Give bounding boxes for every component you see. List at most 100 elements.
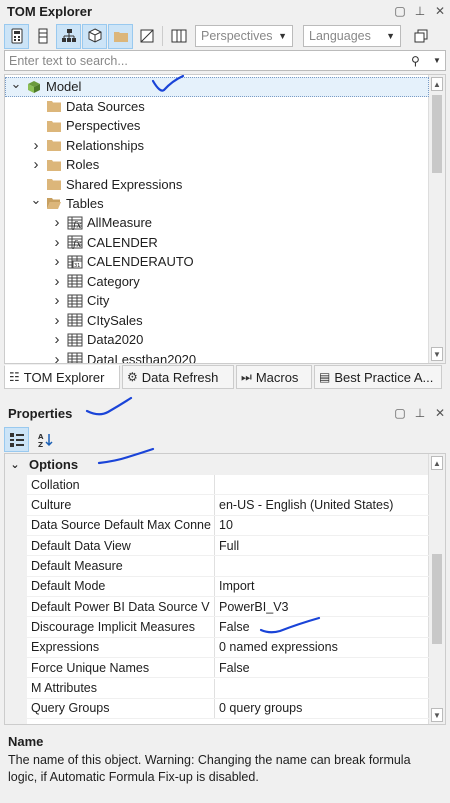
tree-node-perspectives[interactable]: Perspectives (5, 116, 429, 136)
tree-node-datalessthan2020[interactable]: › DataLessthan2020 (5, 349, 429, 363)
property-row-collation[interactable]: Collation (27, 475, 429, 496)
chevron-right-icon[interactable]: › (30, 137, 42, 154)
tree-node-data-sources[interactable]: Data Sources (5, 96, 429, 116)
svg-text:A: A (38, 433, 44, 441)
perspectives-dropdown[interactable]: Perspectives ▼ (195, 25, 293, 47)
property-value[interactable]: Import (215, 579, 429, 593)
pin-icon[interactable]: ⊥ (410, 1, 430, 21)
property-row-default-power-bi-data-source-v[interactable]: Default Power BI Data Source V PowerBI_V3 (27, 597, 429, 618)
tab-macros[interactable]: ⏭ Macros (236, 365, 312, 389)
show-hierarchies-button[interactable] (56, 23, 81, 49)
property-value[interactable]: PowerBI_V3 (215, 600, 429, 614)
tab-tom-explorer[interactable]: ☷ TOM Explorer (4, 365, 120, 389)
property-name: Default Data View (27, 536, 215, 556)
property-name: Discourage Implicit Measures (27, 617, 215, 637)
chevron-right-icon[interactable]: › (51, 214, 63, 231)
category-row-options[interactable]: ⌄ Options (5, 454, 429, 475)
tab-data-refresh[interactable]: ⚙ Data Refresh (122, 365, 234, 389)
tree-node-data2020[interactable]: › Data2020 (5, 330, 429, 350)
chevron-right-icon[interactable]: › (51, 351, 63, 363)
tree-node-relationships[interactable]: › Relationships (5, 135, 429, 155)
property-grid-scrollbar[interactable]: ▲ ▼ (428, 454, 445, 724)
tree-node-calenderauto[interactable]: › 31 CALENDERAUTO (5, 252, 429, 272)
table-icon (67, 352, 83, 363)
show-display-folders-button[interactable] (108, 23, 133, 49)
tree-node-roles[interactable]: › Roles (5, 155, 429, 175)
tree-node-model[interactable]: ⌄ Model (5, 76, 429, 97)
tab-label: Data Refresh (141, 369, 219, 385)
property-value[interactable]: False (215, 661, 429, 675)
pin-icon[interactable]: ⊥ (410, 403, 430, 423)
search-input[interactable]: Enter text to search... ⚲ ▼ (4, 50, 446, 71)
chevron-right-icon[interactable]: › (51, 253, 63, 270)
property-name: Default Power BI Data Source V (27, 597, 215, 617)
property-row-force-unique-names[interactable]: Force Unique Names False (27, 658, 429, 679)
property-value[interactable]: Full (215, 539, 429, 553)
chevron-down-icon[interactable]: ⌄ (10, 76, 22, 92)
scroll-down-icon[interactable]: ▼ (431, 708, 443, 722)
tree-node-shared-expressions[interactable]: Shared Expressions (5, 174, 429, 194)
chevron-down-icon[interactable]: ⌄ (30, 192, 42, 208)
tree-node-category[interactable]: › Category (5, 272, 429, 292)
search-icon[interactable]: ⚲ (411, 54, 433, 68)
folder-icon (113, 32, 128, 42)
hierarchy-icon (61, 29, 76, 42)
chevron-right-icon[interactable]: › (51, 331, 63, 348)
show-measures-button[interactable] (4, 23, 29, 49)
property-row-default-mode[interactable]: Default Mode Import (27, 576, 429, 598)
property-row-culture[interactable]: Culture en-US - English (United States) (27, 495, 429, 516)
scroll-thumb[interactable] (432, 95, 442, 173)
property-row-data-source-default-max-conne[interactable]: Data Source Default Max Conne 10 (27, 515, 429, 536)
scroll-thumb[interactable] (432, 554, 442, 644)
close-icon[interactable]: ✕ (430, 403, 450, 423)
property-value[interactable]: False (215, 620, 429, 634)
alphabetical-view-button[interactable]: AZ (33, 427, 58, 452)
property-row-default-data-view[interactable]: Default Data View Full (27, 536, 429, 557)
property-value[interactable]: 0 named expressions (215, 640, 429, 654)
dropdown-window-icon[interactable]: ▢ (390, 1, 410, 21)
tab-label: TOM Explorer (23, 369, 105, 385)
property-value[interactable]: 0 query groups (215, 701, 429, 715)
show-partitions-button[interactable] (82, 23, 107, 49)
chevron-right-icon[interactable]: › (51, 292, 63, 309)
tree-node-city[interactable]: › City (5, 291, 429, 311)
tree-node-tables[interactable]: ⌄ Tables (5, 192, 429, 214)
copy-icon (414, 29, 427, 43)
folder-open-icon (46, 196, 62, 210)
dropdown-window-icon[interactable]: ▢ (390, 403, 410, 423)
close-icon[interactable]: ✕ (430, 1, 450, 21)
property-row-discourage-implicit-measures[interactable]: Discourage Implicit Measures False (27, 617, 429, 638)
tab-best-practice-a[interactable]: ▤ Best Practice A... (314, 365, 442, 389)
categorized-view-button[interactable] (4, 427, 29, 452)
scroll-down-icon[interactable]: ▼ (431, 347, 443, 361)
bpa-icon: ▤ (319, 370, 331, 384)
tree-node-citysales[interactable]: › CItySales (5, 310, 429, 330)
show-columns-button[interactable] (30, 24, 55, 49)
show-metadata-columns-button[interactable] (166, 24, 191, 49)
property-value[interactable]: 10 (215, 518, 429, 532)
property-row-query-groups[interactable]: Query Groups 0 query groups (27, 698, 429, 720)
copy-button[interactable] (408, 24, 433, 49)
hidden-object-icon (140, 29, 153, 43)
scroll-up-icon[interactable]: ▲ (431, 456, 443, 470)
property-row-m-attributes[interactable]: M Attributes (27, 678, 429, 699)
chevron-right-icon[interactable]: › (51, 312, 63, 329)
property-value[interactable]: en-US - English (United States) (215, 498, 429, 512)
property-row-default-measure[interactable]: Default Measure (27, 556, 429, 577)
chevron-right-icon[interactable]: › (51, 234, 63, 251)
show-hidden-button[interactable] (134, 24, 159, 49)
chevron-right-icon[interactable]: › (51, 273, 63, 290)
property-row-expressions[interactable]: Expressions 0 named expressions (27, 637, 429, 659)
tom-explorer-toolbar: Perspectives ▼ Languages ▼ (0, 22, 450, 50)
chevron-right-icon[interactable]: › (30, 156, 42, 173)
tree-node-calender[interactable]: › fx CALENDER (5, 233, 429, 253)
tree-node-label: Relationships (66, 137, 145, 153)
categorized-icon (9, 432, 24, 447)
languages-dropdown[interactable]: Languages ▼ (303, 25, 401, 47)
scroll-up-icon[interactable]: ▲ (431, 77, 443, 91)
search-dropdown-icon[interactable]: ▼ (433, 56, 445, 65)
collapse-icon[interactable]: ⌄ (5, 458, 25, 471)
tree-scrollbar[interactable]: ▲ ▼ (428, 75, 445, 363)
properties-titlebar: Properties ▢ ⊥ ✕ (0, 402, 450, 424)
tree-node-allmeasure[interactable]: › fx AllMeasure (5, 213, 429, 233)
